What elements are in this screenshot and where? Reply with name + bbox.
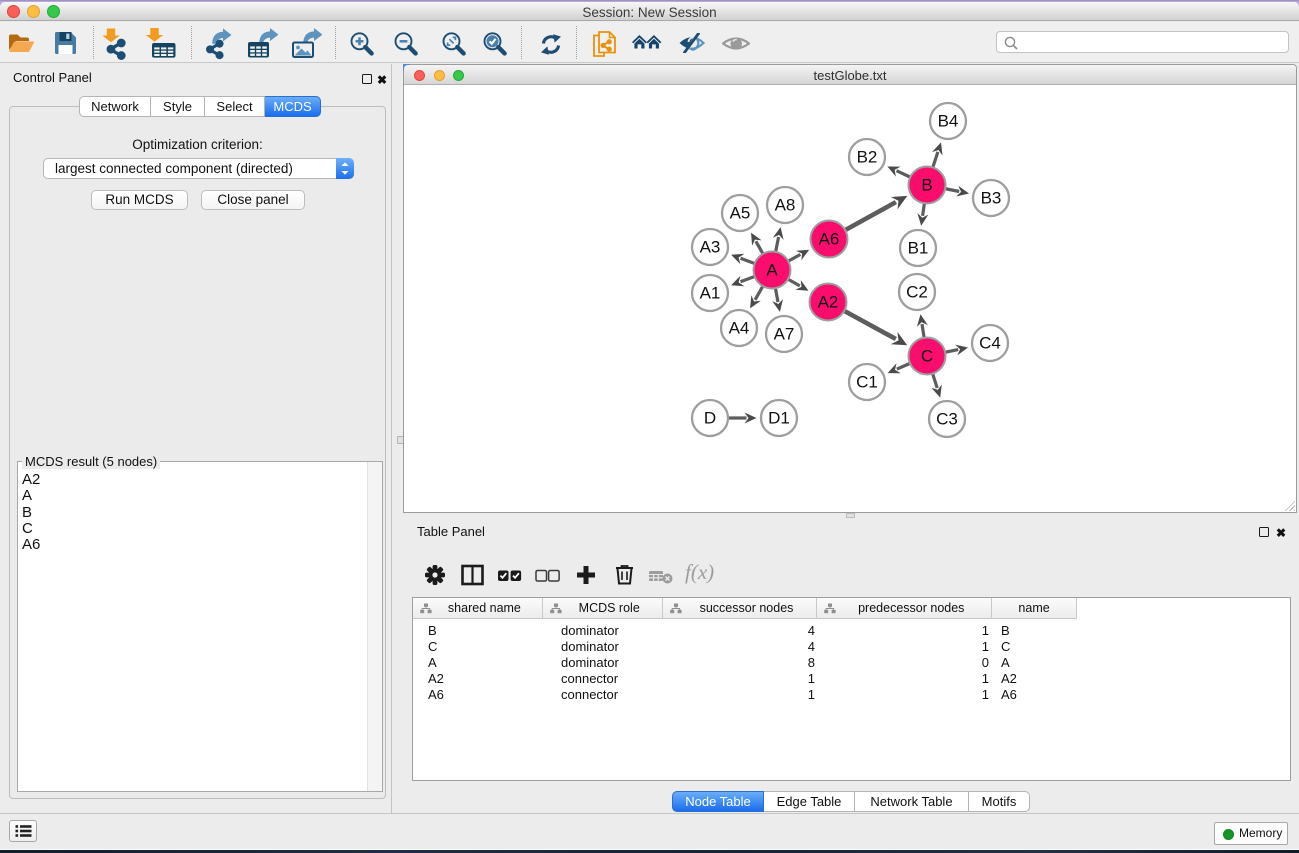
svg-text:D: D (704, 409, 716, 428)
svg-text:C1: C1 (856, 373, 878, 392)
svg-text:A6: A6 (819, 230, 840, 249)
svg-text:C4: C4 (979, 334, 1001, 353)
svg-text:D1: D1 (768, 409, 790, 428)
svg-text:A8: A8 (775, 196, 796, 215)
svg-text:B3: B3 (981, 189, 1002, 208)
svg-text:A2: A2 (818, 293, 839, 312)
svg-text:B2: B2 (857, 148, 878, 167)
svg-text:A1: A1 (700, 284, 721, 303)
svg-text:A: A (766, 261, 778, 280)
svg-text:C3: C3 (936, 410, 958, 429)
svg-text:A3: A3 (700, 238, 721, 257)
svg-text:B1: B1 (908, 239, 929, 258)
svg-text:B: B (921, 176, 932, 195)
svg-text:C: C (921, 347, 933, 366)
svg-text:A4: A4 (729, 319, 750, 338)
svg-text:A7: A7 (774, 325, 795, 344)
svg-text:A5: A5 (730, 204, 751, 223)
svg-text:B4: B4 (938, 112, 959, 131)
svg-text:C2: C2 (906, 283, 928, 302)
